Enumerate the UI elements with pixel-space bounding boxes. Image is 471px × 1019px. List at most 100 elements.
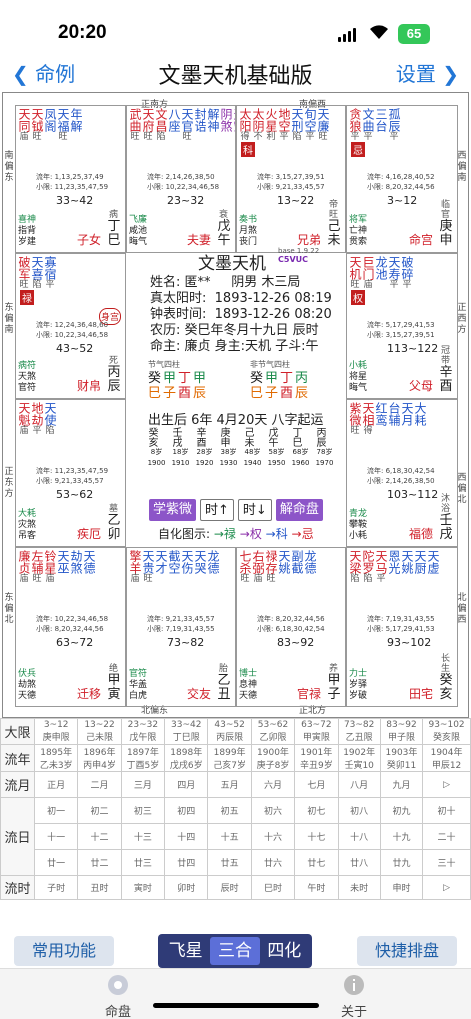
- table-cell[interactable]: 1896年 丙申4岁: [77, 744, 122, 772]
- table-cell[interactable]: 83~92 甲子限: [379, 718, 424, 745]
- table-cell[interactable]: 十六: [250, 823, 296, 850]
- star-list: 天魁庙地劫平天使陷: [17, 402, 57, 437]
- star: 龙池: [374, 256, 388, 280]
- table-cell[interactable]: 申时: [379, 875, 424, 900]
- table-cell[interactable]: 午时: [294, 875, 339, 900]
- seg-feixing[interactable]: 飞星: [161, 937, 210, 965]
- table-cell[interactable]: 1904年 甲辰12: [422, 744, 471, 772]
- palace-6[interactable]: 天魁庙地劫平天使陷流年: 11,23,35,47,59 小限: 9,21,33,4…: [15, 399, 126, 547]
- table-cell[interactable]: 63~72 甲寅限: [294, 718, 339, 745]
- table-cell[interactable]: 廿五: [207, 849, 252, 876]
- settings-button[interactable]: 设置 ❯: [396, 58, 459, 87]
- table-cell[interactable]: 3~12 庚申限: [33, 718, 79, 745]
- table-cell[interactable]: 四月: [164, 771, 209, 798]
- learn-ziwei-button[interactable]: 学紫微: [149, 499, 197, 521]
- table-cell[interactable]: 初六: [250, 797, 296, 824]
- table-cell[interactable]: 廿四: [164, 849, 209, 876]
- table-cell[interactable]: 七月: [294, 771, 339, 798]
- table-cell[interactable]: 53~62 乙卯限: [250, 718, 296, 745]
- table-cell[interactable]: 十一: [33, 823, 79, 850]
- tab-mingpan[interactable]: 命盘: [98, 973, 138, 1019]
- table-cell[interactable]: 33~42 丁巳限: [164, 718, 209, 745]
- table-cell[interactable]: 23~32 戊午限: [120, 718, 166, 745]
- table-cell[interactable]: 子时: [33, 875, 79, 900]
- table-cell[interactable]: 廿七: [294, 849, 339, 876]
- table-cell[interactable]: 初九: [379, 797, 424, 824]
- table-cell[interactable]: 初十: [422, 797, 471, 824]
- table-cell[interactable]: 正月: [33, 771, 79, 798]
- seg-sanhe[interactable]: 三合: [210, 937, 260, 965]
- table-cell[interactable]: 1895年 乙未3岁: [33, 744, 79, 772]
- table-cell[interactable]: 1897年 丁酉5岁: [120, 744, 166, 772]
- palace-11[interactable]: 天梁陷陀罗陷天马平恩光 天姚 天厨 天虚 流年: 7,19,31,43,55 小限: 5,…: [346, 547, 458, 707]
- palace-5[interactable]: 天机旺巨门庙龙池 天寿平破碎平权流年: 5,17,29,41,53 小限: 3,15…: [346, 253, 458, 399]
- palace-9[interactable]: 擎羊庙天贵旺天才 截空 天伤 天哭 龙德 流年: 9,21,33,45,57 小限: 7,1…: [126, 547, 236, 707]
- table-cell[interactable]: 初五: [207, 797, 252, 824]
- table-cell[interactable]: 十四: [164, 823, 209, 850]
- palace-1[interactable]: 武曲旺天府旺文昌陷八座天官旺封诰解神阴煞天空咸池破碎旬空流年: 2,14,26,…: [126, 105, 236, 253]
- table-cell[interactable]: 十七: [294, 823, 339, 850]
- table-cell[interactable]: 未时: [337, 875, 381, 900]
- table-cell[interactable]: 1903年 癸卯11: [379, 744, 424, 772]
- table-cell[interactable]: 五月: [207, 771, 252, 798]
- table-cell[interactable]: 廿六: [250, 849, 296, 876]
- nav-bar: ❮ 命例 文墨天机基础版 设置 ❯: [0, 52, 471, 90]
- table-cell[interactable]: 93~102 癸亥限: [422, 718, 471, 745]
- table-cell[interactable]: 三月: [120, 771, 166, 798]
- table-cell[interactable]: 廿九: [379, 849, 424, 876]
- table-cell[interactable]: 十三: [120, 823, 166, 850]
- palace-7[interactable]: 紫微旺天相得红鸾 台辅 天月 大耗 流年: 6,18,30,42,54 小限: 2,14,…: [346, 399, 458, 547]
- hour-up-button[interactable]: 时↑: [200, 499, 234, 521]
- table-cell[interactable]: 十二: [77, 823, 122, 850]
- table-cell[interactable]: 三十: [422, 849, 471, 876]
- table-cell[interactable]: 巳时: [250, 875, 296, 900]
- table-cell[interactable]: ▷: [422, 875, 471, 900]
- table-cell[interactable]: 辰时: [207, 875, 252, 900]
- palace-8[interactable]: 廉贞庙左辅旺铃星庙天巫 劫煞 天德 流年: 10,22,34,46,58 小限: 8,2…: [15, 547, 126, 707]
- table-cell[interactable]: 卯时: [164, 875, 209, 900]
- common-functions-button[interactable]: 常用功能: [14, 936, 114, 966]
- palace-0[interactable]: 天同庙天钺旺凤阁 天福旺年解 流年: 1,13,25,37,49 小限: 11,23,…: [15, 105, 126, 253]
- table-cell[interactable]: 1898年 戊戌6岁: [164, 744, 209, 772]
- legend-lu: →禄: [213, 527, 236, 541]
- table-cell[interactable]: 廿二: [77, 849, 122, 876]
- table-cell[interactable]: 十九: [379, 823, 424, 850]
- star: 文昌陷: [154, 108, 168, 142]
- table-cell[interactable]: 八月: [337, 771, 381, 798]
- table-cell[interactable]: 73~82 乙丑限: [337, 718, 381, 745]
- table-cell[interactable]: 十八: [337, 823, 381, 850]
- table-cell[interactable]: 廿八: [337, 849, 381, 876]
- table-cell[interactable]: 六月: [250, 771, 296, 798]
- table-cell[interactable]: 1902年 壬寅10: [337, 744, 381, 772]
- table-cell[interactable]: 初七: [294, 797, 339, 824]
- table-cell[interactable]: 丑时: [77, 875, 122, 900]
- table-cell[interactable]: 初三: [120, 797, 166, 824]
- hour-down-button[interactable]: 时↓: [237, 499, 272, 521]
- table-cell[interactable]: 初四: [164, 797, 209, 824]
- table-cell[interactable]: 1901年 辛丑9岁: [294, 744, 339, 772]
- table-cell[interactable]: 二十: [422, 823, 471, 850]
- table-cell[interactable]: 廿三: [120, 849, 166, 876]
- palace-3[interactable]: 贪狼平文曲平三台 孤辰平忌流年: 4,16,28,40,52 小限: 8,20,32…: [346, 105, 458, 253]
- table-cell[interactable]: 1900年 庚子8岁: [250, 744, 296, 772]
- table-cell[interactable]: 43~52 丙辰限: [207, 718, 252, 745]
- palace-4[interactable]: 破军旺天喜陷寡宿平禄身宫 流年: 12,24,36,48,60 小限: 10,22,…: [15, 253, 126, 399]
- palace-10[interactable]: 七杀旺右弼庙禄存旺天姚 副截 龙德 流年: 8,20,32,44,56 小限: 6,18…: [236, 547, 346, 707]
- seg-sihua[interactable]: 四化: [260, 937, 309, 965]
- palace-2[interactable]: 太阳得太阴不火星利地空平天刑陷旬空平天廉旺科流年: 3,15,27,39,51 小…: [236, 105, 346, 253]
- table-cell[interactable]: 初八: [337, 797, 381, 824]
- table-cell[interactable]: 二月: [77, 771, 122, 798]
- table-cell[interactable]: 1899年 己亥7岁: [207, 744, 252, 772]
- table-cell[interactable]: 初一: [33, 797, 79, 824]
- table-cell[interactable]: 廿一: [33, 849, 79, 876]
- interpret-button[interactable]: 解命盘: [275, 499, 323, 521]
- quick-chart-button[interactable]: 快捷排盘: [357, 936, 457, 966]
- table-cell[interactable]: ▷: [422, 771, 471, 798]
- tab-about[interactable]: 关于: [334, 973, 374, 1019]
- table-cell[interactable]: 初二: [77, 797, 122, 824]
- table-cell[interactable]: 寅时: [120, 875, 166, 900]
- signal-icon: [338, 28, 356, 42]
- table-cell[interactable]: 九月: [379, 771, 424, 798]
- table-cell[interactable]: 十五: [207, 823, 252, 850]
- table-cell[interactable]: 13~22 己未限: [77, 718, 122, 745]
